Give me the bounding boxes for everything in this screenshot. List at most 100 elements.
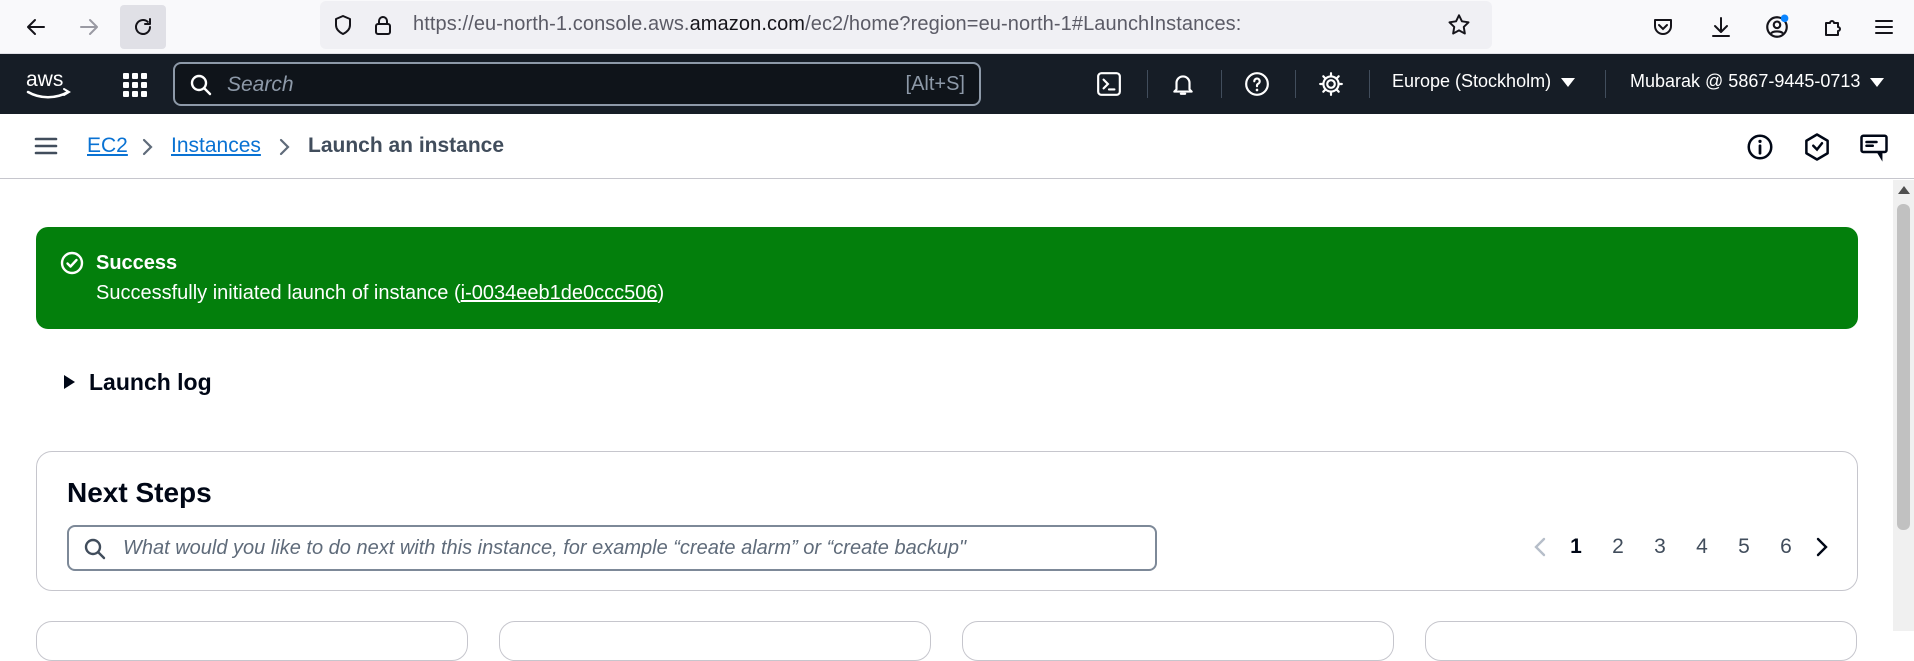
bell-icon: [1173, 75, 1193, 95]
caret-down-icon: [1561, 77, 1576, 87]
account-label: Mubarak @ 5867-9445-0713: [1630, 71, 1861, 91]
terminal-icon: [1097, 72, 1121, 96]
arrow-right-icon: [80, 19, 98, 35]
instance-id-link[interactable]: i-0034eeb1de0ccc506: [461, 282, 658, 304]
page-1-button[interactable]: 1: [1555, 535, 1597, 559]
divider: [1221, 70, 1222, 98]
account-button[interactable]: [1757, 7, 1797, 47]
page-6-button[interactable]: 6: [1765, 535, 1807, 559]
url-text: https://eu-north-1.console.aws.amazon.co…: [413, 13, 1241, 36]
alert-message-prefix: Successfully initiated launch of instanc…: [96, 282, 461, 304]
divider: [1369, 70, 1370, 98]
menu-button[interactable]: [1864, 7, 1904, 47]
page-5-button[interactable]: 5: [1723, 535, 1765, 559]
next-steps-title: Next Steps: [67, 477, 212, 508]
success-alert: Success Successfully initiated launch of…: [36, 227, 1858, 329]
alert-message: Successfully initiated launch of instanc…: [96, 282, 664, 305]
help-icon: [1245, 72, 1269, 96]
caret-right-icon: [64, 375, 75, 389]
info-icon: [1747, 134, 1773, 160]
launch-log-label: Launch log: [89, 368, 212, 395]
next-steps-search-input[interactable]: What would you like to do next with this…: [67, 525, 1157, 571]
arrow-left-icon: [27, 19, 45, 35]
caret-down-icon: [1870, 77, 1885, 87]
security-button[interactable]: [1802, 132, 1832, 162]
url-suffix: /ec2/home?region=eu-north-1#LaunchInstan…: [805, 13, 1242, 35]
page-4-button[interactable]: 4: [1681, 535, 1723, 559]
breadcrumb-ec2[interactable]: EC2: [87, 134, 128, 158]
services-menu-button[interactable]: [118, 68, 152, 102]
aws-search-input[interactable]: Search [Alt+S]: [173, 62, 981, 106]
grid-icon: [123, 73, 147, 97]
lock-icon: [375, 16, 391, 35]
browser-toolbar: https://eu-north-1.console.aws.amazon.co…: [0, 0, 1914, 54]
forward-button[interactable]: [66, 5, 112, 49]
info-button[interactable]: [1745, 132, 1775, 162]
pocket-icon: [1654, 19, 1672, 35]
pocket-button[interactable]: [1643, 7, 1683, 47]
cloudshell-button[interactable]: [1093, 68, 1125, 100]
breadcrumb-bar: EC2 Instances Launch an instance: [0, 114, 1914, 179]
next-step-card[interactable]: [1425, 621, 1857, 661]
search-icon: [83, 537, 107, 561]
aws-top-nav: aws Search [Alt+S] Europe (Stockholm) Mu…: [0, 54, 1914, 114]
hamburger-icon: [34, 137, 58, 155]
region-selector[interactable]: Europe (Stockholm): [1392, 71, 1576, 92]
star-icon[interactable]: [1446, 12, 1472, 38]
aws-logo-icon: aws: [26, 68, 71, 99]
search-placeholder: Search: [227, 73, 294, 96]
pagination: 1 2 3 4 5 6: [1525, 532, 1837, 562]
download-icon: [1712, 17, 1730, 37]
puzzle-icon: [1825, 20, 1841, 36]
next-steps-search-placeholder: What would you like to do next with this…: [123, 537, 967, 559]
notifications-button[interactable]: [1167, 68, 1199, 100]
reload-button[interactable]: [120, 5, 166, 49]
shield-icon: [335, 15, 351, 35]
breadcrumb-current: Launch an instance: [308, 134, 505, 157]
next-step-card[interactable]: [499, 621, 931, 661]
feedback-button[interactable]: [1859, 132, 1889, 162]
search-shortcut: [Alt+S]: [905, 73, 965, 95]
next-step-card[interactable]: [36, 621, 468, 661]
divider: [1295, 70, 1296, 98]
chevron-left-icon: [1534, 537, 1546, 557]
chevron-right-icon: [276, 138, 292, 156]
aws-logo[interactable]: aws: [24, 64, 74, 104]
url-host: amazon.com: [689, 13, 806, 35]
alert-message-suffix: ): [657, 282, 665, 304]
next-step-card[interactable]: [962, 621, 1394, 661]
divider: [1605, 70, 1606, 98]
url-prefix: https://eu-north-1.console.aws.: [413, 13, 690, 35]
previous-page-button[interactable]: [1525, 532, 1555, 562]
region-label: Europe (Stockholm): [1392, 71, 1552, 91]
next-page-button[interactable]: [1807, 532, 1837, 562]
chevron-right-icon: [139, 138, 155, 156]
page-2-button[interactable]: 2: [1597, 535, 1639, 559]
chevron-right-icon: [1816, 537, 1828, 557]
account-icon: [1766, 14, 1789, 38]
address-bar[interactable]: https://eu-north-1.console.aws.amazon.co…: [320, 1, 1492, 49]
gear-icon: [1319, 72, 1343, 96]
help-button[interactable]: [1241, 68, 1273, 100]
account-menu[interactable]: Mubarak @ 5867-9445-0713: [1630, 71, 1885, 92]
breadcrumb-instances[interactable]: Instances: [171, 134, 261, 158]
settings-button[interactable]: [1315, 68, 1347, 100]
scrollbar[interactable]: [1893, 180, 1914, 631]
divider: [1147, 70, 1148, 98]
hexagon-icon: [1805, 133, 1829, 161]
launch-log-expander[interactable]: Launch log: [64, 367, 212, 397]
menu-icon: [1875, 20, 1893, 34]
downloads-button[interactable]: [1701, 7, 1741, 47]
extensions-button[interactable]: [1813, 7, 1853, 47]
scroll-thumb[interactable]: [1897, 204, 1910, 530]
back-button[interactable]: [13, 5, 59, 49]
side-nav-toggle[interactable]: [34, 136, 58, 156]
screen-chat-icon: [1860, 134, 1888, 162]
search-icon: [189, 73, 213, 97]
next-steps-card: Next Steps What would you like to do nex…: [36, 451, 1858, 591]
page-3-button[interactable]: 3: [1639, 535, 1681, 559]
alert-title: Success: [96, 252, 178, 274]
svg-text:aws: aws: [26, 68, 63, 91]
reload-icon: [135, 18, 151, 35]
scroll-up-icon[interactable]: [1898, 186, 1910, 194]
